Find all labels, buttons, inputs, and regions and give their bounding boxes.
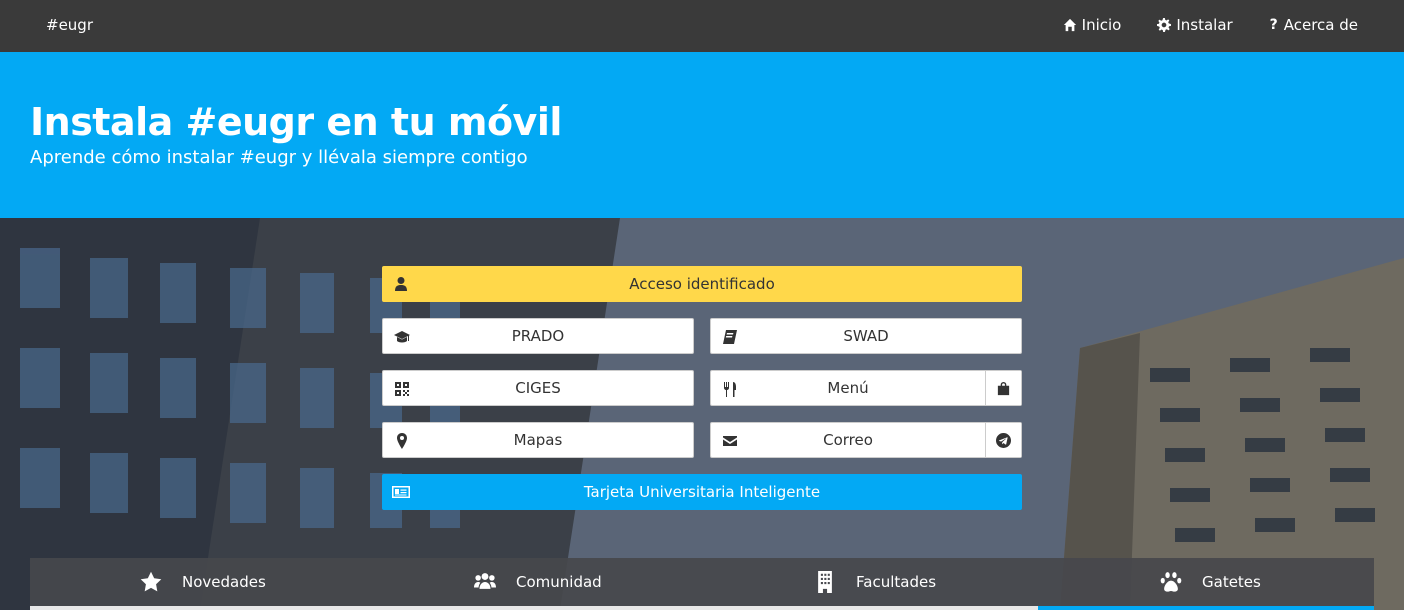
qrcode-icon — [393, 380, 411, 398]
prado-button-label: PRADO — [511, 327, 565, 345]
telegram-icon — [996, 432, 1011, 448]
id-card-icon — [392, 483, 410, 501]
correo-button[interactable]: Correo — [710, 422, 1022, 458]
star-icon — [140, 571, 162, 592]
nav-link-label: Instalar — [1176, 16, 1233, 34]
hero-banner: Instala #eugr en tu móvil Aprende cómo i… — [0, 52, 1404, 218]
correo-button-label: Correo — [823, 431, 873, 449]
prado-button[interactable]: PRADO — [382, 318, 694, 354]
tab-label: Gatetes — [1202, 573, 1261, 591]
shopping-bag-button[interactable] — [985, 371, 1021, 405]
graduation-cap-icon — [393, 328, 411, 346]
login-button-label: Acceso identificado — [629, 275, 775, 293]
menu-button-label: Menú — [827, 379, 869, 397]
tab-label: Novedades — [182, 573, 266, 591]
menu-button[interactable]: Menú — [710, 370, 1022, 406]
paw-icon — [1160, 572, 1182, 592]
tui-button-label: Tarjeta Universitaria Inteligente — [583, 483, 821, 501]
tab-comunidad[interactable]: Comunidad — [474, 558, 602, 606]
cutlery-icon — [721, 380, 739, 398]
top-navbar: #eugr Inicio Instalar ? Acerca de — [0, 0, 1404, 52]
mapas-button[interactable]: Mapas — [382, 422, 694, 458]
page-subtitle: Aprende cómo instalar #eugr y llévala si… — [30, 147, 528, 168]
building-icon — [818, 571, 832, 593]
ciges-button-label: CIGES — [515, 379, 561, 397]
nav-link-acerca[interactable]: ? Acerca de — [1269, 16, 1358, 34]
login-button[interactable]: Acceso identificado — [382, 266, 1022, 302]
nav-link-instalar[interactable]: Instalar — [1157, 16, 1233, 34]
book-icon — [721, 328, 739, 346]
envelope-icon — [721, 432, 739, 450]
tab-bar-divider — [30, 606, 1038, 610]
brand-link[interactable]: #eugr — [46, 16, 93, 34]
nav-link-label: Acerca de — [1283, 16, 1358, 34]
home-icon — [1063, 18, 1076, 32]
ciges-button[interactable]: CIGES — [382, 370, 694, 406]
tab-novedades[interactable]: Novedades — [140, 558, 266, 606]
tab-gatetes[interactable]: Gatetes — [1160, 558, 1261, 606]
tab-label: Comunidad — [516, 573, 602, 591]
map-marker-icon — [393, 432, 411, 450]
telegram-button[interactable] — [985, 423, 1021, 457]
page-title: Instala #eugr en tu móvil — [30, 100, 562, 144]
tui-button[interactable]: Tarjeta Universitaria Inteligente — [382, 474, 1022, 510]
question-icon: ? — [1269, 17, 1278, 33]
bottom-tab-bar: Novedades Comunidad Facultades Gatetes — [30, 558, 1374, 610]
user-icon — [392, 275, 410, 293]
tab-label: Facultades — [856, 573, 937, 591]
mapas-button-label: Mapas — [513, 431, 563, 449]
nav-links: Inicio Instalar ? Acerca de — [1063, 16, 1358, 34]
users-icon — [474, 573, 496, 589]
tab-facultades[interactable]: Facultades — [814, 558, 936, 606]
swad-button[interactable]: SWAD — [710, 318, 1022, 354]
swad-button-label: SWAD — [843, 327, 889, 345]
active-tab-indicator — [1038, 606, 1374, 610]
nav-link-inicio[interactable]: Inicio — [1063, 16, 1122, 34]
gear-icon — [1157, 18, 1172, 32]
nav-link-label: Inicio — [1081, 16, 1122, 34]
shopping-bag-icon — [997, 381, 1010, 395]
